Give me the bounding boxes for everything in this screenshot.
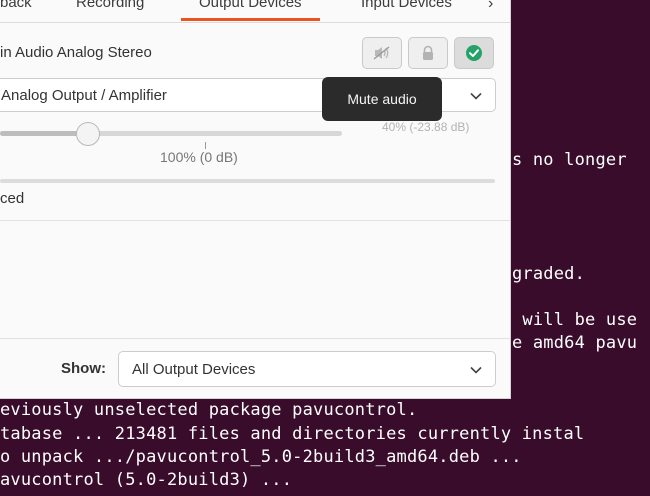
section-divider [0, 220, 510, 221]
show-filter-select[interactable]: All Output Devices [118, 351, 496, 387]
show-filter-value: All Output Devices [132, 361, 256, 378]
terminal-line: will be use [512, 310, 638, 330]
footer-divider [0, 338, 510, 339]
tooltip-text: Mute audio [347, 91, 417, 107]
slider-100-mark [205, 142, 206, 149]
tab-bar: back Recording Output Devices Input Devi… [0, 0, 510, 23]
volume-control-window: back Recording Output Devices Input Devi… [0, 0, 511, 399]
set-default-button[interactable] [454, 37, 494, 69]
check-circle-icon [466, 45, 482, 61]
port-select-value: Analog Output / Amplifier [1, 87, 167, 104]
terminal-line: eviously unselected package pavucontrol. [0, 400, 418, 420]
tab-recording[interactable]: Recording [76, 0, 144, 11]
lock-icon [423, 45, 433, 60]
device-name: in Audio Analog Stereo [0, 44, 152, 61]
lock-channels-button[interactable] [408, 37, 448, 69]
tab-output-devices[interactable]: Output Devices [199, 0, 302, 11]
slider-mark-label: 100% (0 dB) [160, 149, 238, 165]
terminal-line: graded. [512, 264, 586, 284]
volume-slider-fill [0, 131, 88, 136]
terminal-line: avucontrol (5.0-2build3) ... [0, 470, 293, 490]
terminal-line: o unpack .../pavucontrol_5.0-2build3_amd… [0, 447, 522, 467]
advanced-expander[interactable]: ced [0, 190, 24, 207]
chevron-down-icon [470, 366, 482, 374]
chevron-down-icon [470, 92, 482, 100]
mute-tooltip: Mute audio [322, 77, 442, 121]
mute-button[interactable] [362, 37, 402, 69]
speaker-muted-icon [373, 46, 390, 60]
volume-readout: 40% (-23.88 dB) [382, 120, 470, 134]
terminal-line: e amd64 pavu [512, 333, 638, 353]
terminal-line: tabase ... 213481 files and directories … [0, 424, 585, 444]
show-label: Show: [61, 360, 106, 377]
active-tab-indicator [181, 18, 320, 21]
chevron-right-icon[interactable]: › [488, 0, 493, 13]
tab-input-devices[interactable]: Input Devices [361, 0, 452, 11]
tab-playback[interactable]: back [0, 0, 32, 11]
volume-slider-handle[interactable] [76, 122, 100, 146]
peak-level-meter [0, 179, 495, 183]
terminal-line: s no longer [512, 150, 627, 170]
